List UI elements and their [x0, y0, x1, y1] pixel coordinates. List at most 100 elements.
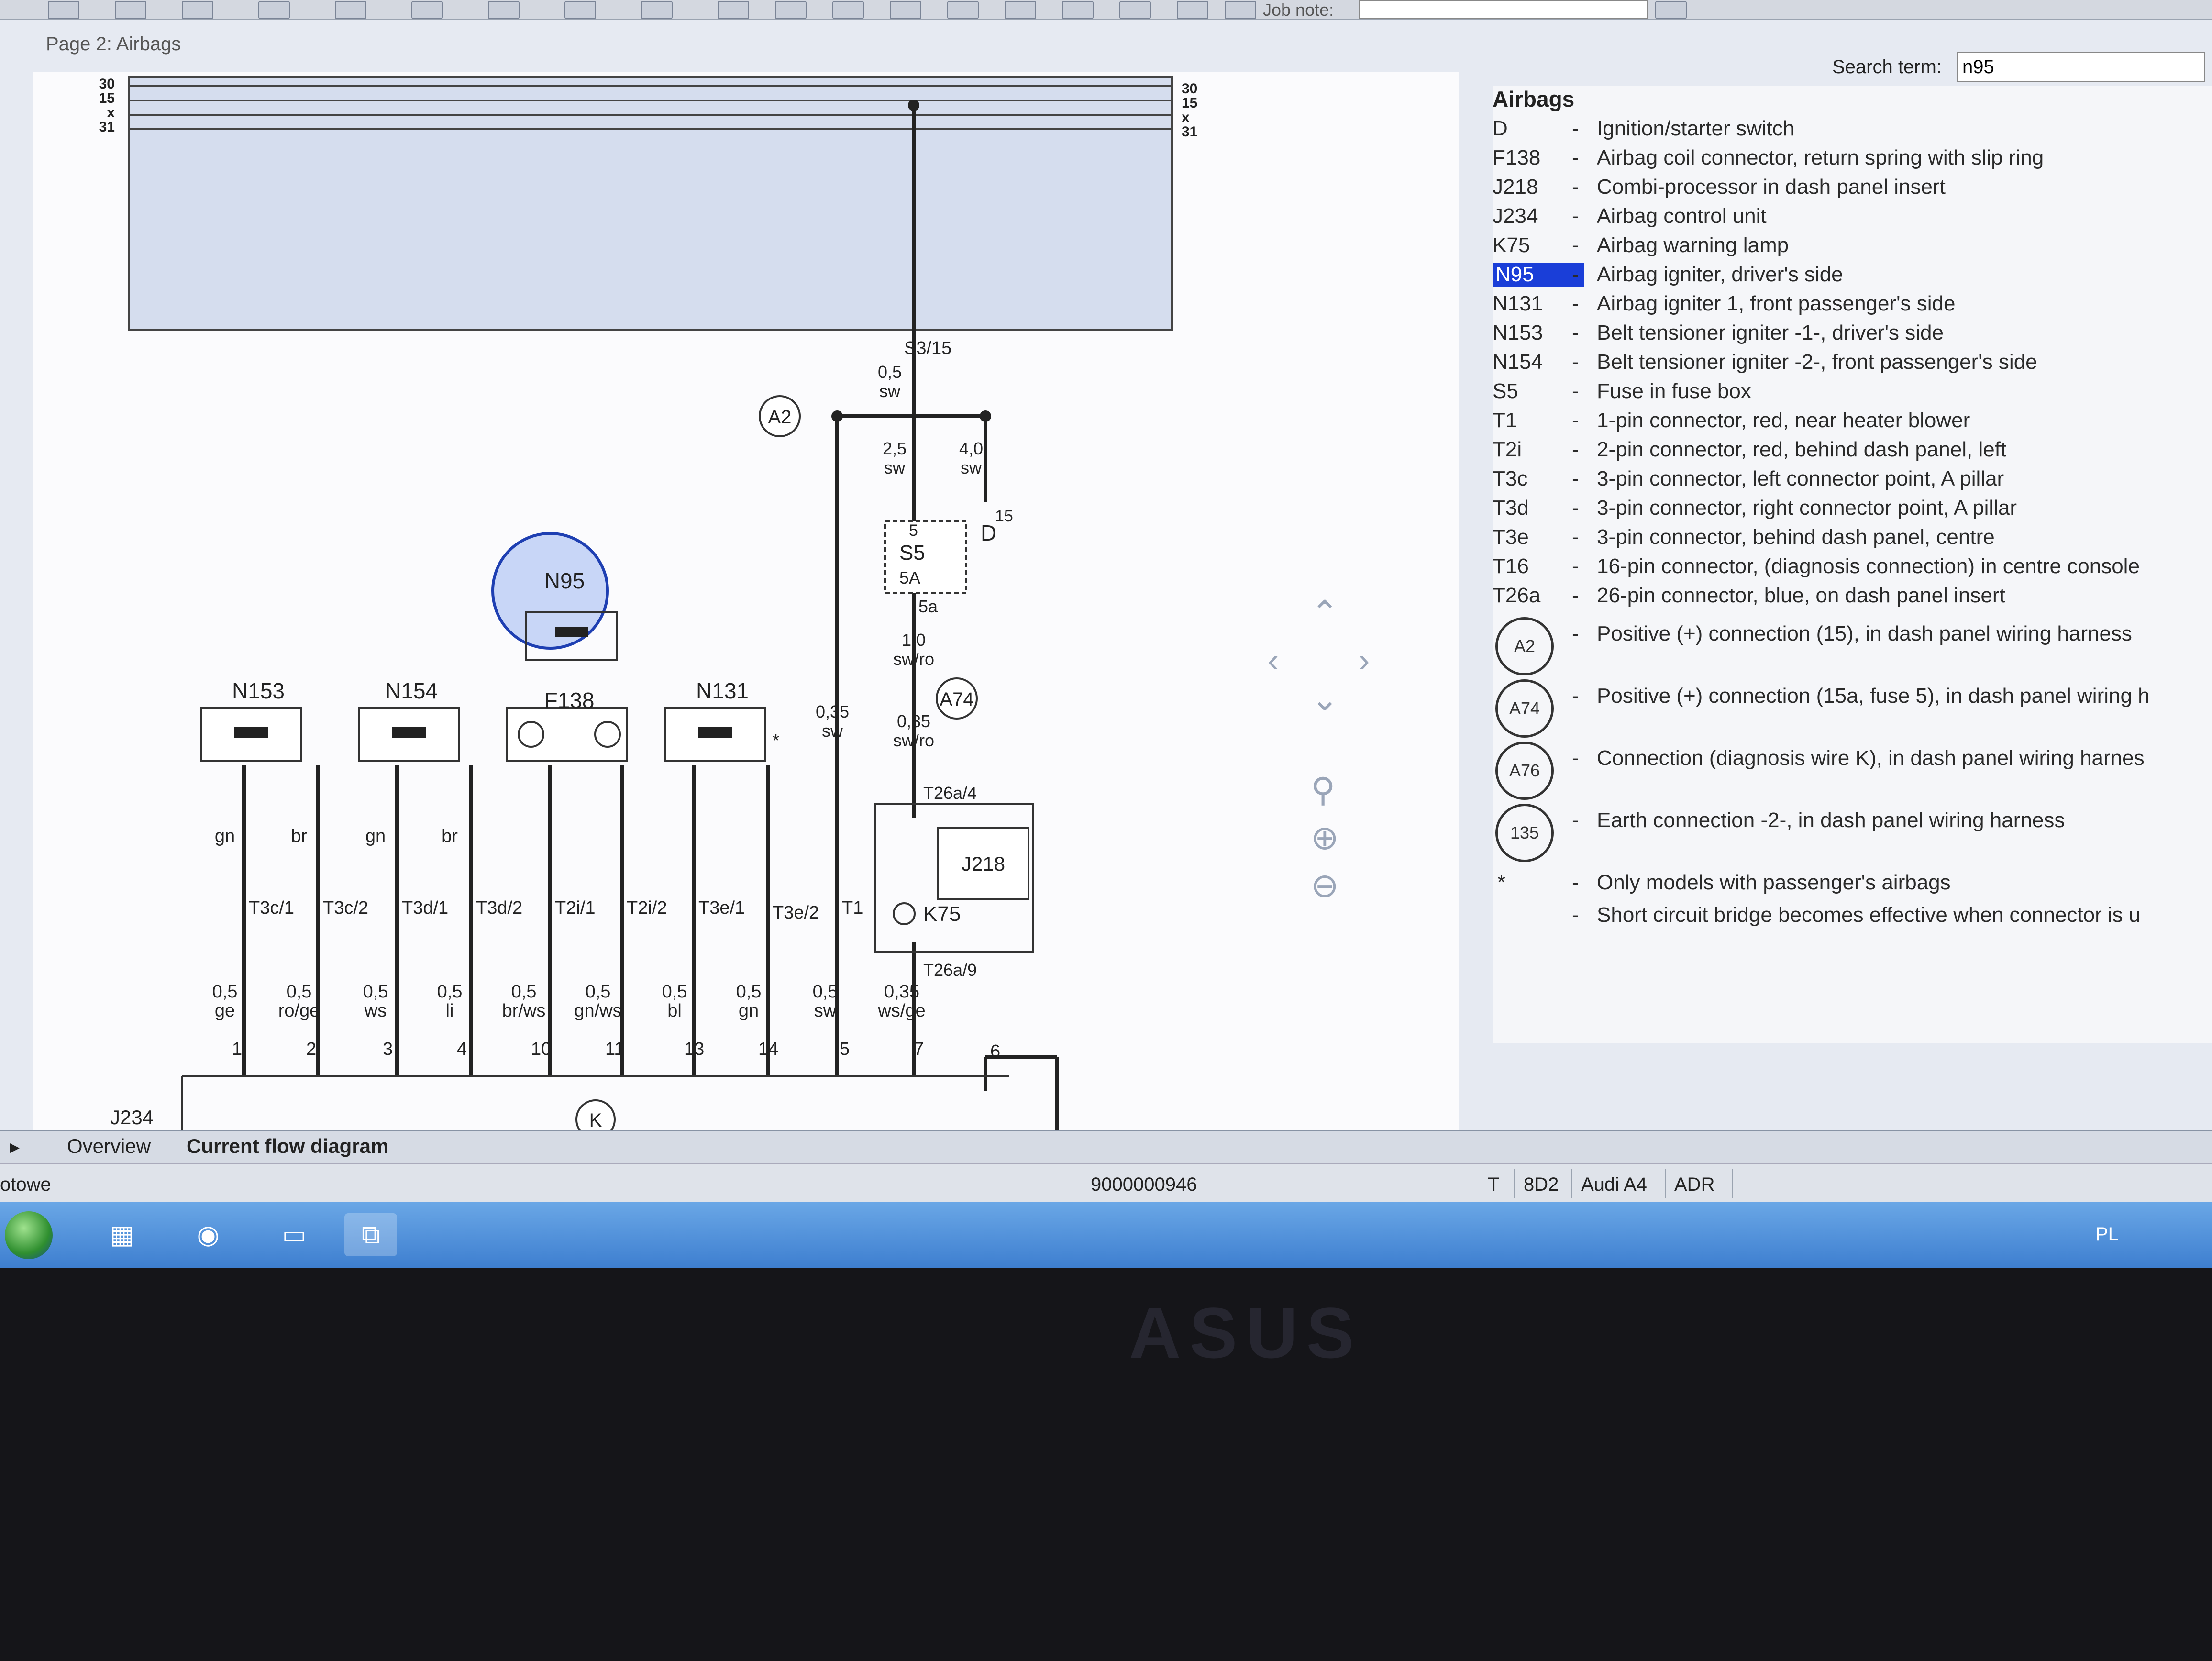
app-task-icon[interactable]: ⧉ — [344, 1213, 397, 1256]
toolbar-button[interactable] — [832, 1, 864, 19]
toolbar-button[interactable] — [564, 1, 596, 19]
toolbar-button[interactable] — [335, 1, 366, 19]
nav-up-icon[interactable]: ⌃ — [1311, 593, 1339, 632]
wire-color: bl — [667, 1001, 682, 1021]
toolbar-button[interactable] — [1177, 1, 1208, 19]
wire-size: 0,5 — [287, 982, 312, 1002]
bus-label-31: 31 — [99, 119, 115, 135]
connector-label: T3c/1 — [249, 898, 294, 918]
connector-t26a9: T26a/9 — [923, 960, 977, 980]
zoom-out-icon[interactable]: ⊖ — [1311, 866, 1339, 905]
n154-label: N154 — [385, 678, 438, 703]
a74-label: A74 — [940, 689, 973, 710]
pin-number: 1 — [232, 1039, 242, 1059]
toolbar-button[interactable] — [48, 1, 79, 19]
wire-size: 0,5 — [586, 982, 611, 1002]
wire-size: 2,5 — [883, 439, 907, 458]
toolbar-button[interactable] — [1225, 1, 1256, 19]
connector-t26a4: T26a/4 — [923, 783, 977, 803]
status-type: T — [1488, 1174, 1500, 1195]
pin-number: 14 — [758, 1039, 778, 1059]
wire-color: sw/ro — [893, 649, 934, 669]
toolbar: Job note: — [0, 0, 2212, 20]
taskbar: ▦ ◉ ▭ ⧉ PL — [0, 1202, 2212, 1268]
toolbar-button[interactable] — [775, 1, 807, 19]
wire-size: 0,35 — [816, 702, 849, 721]
wire-size: 0,5 — [437, 982, 463, 1002]
pin-number: 6 — [990, 1041, 1000, 1062]
wire-size: 4,0 — [959, 439, 983, 458]
fuse-out-pin: 5a — [918, 597, 938, 616]
j234-label: J234 — [110, 1106, 154, 1129]
wire-color: ws — [364, 1001, 387, 1021]
search-input[interactable] — [1957, 52, 2205, 82]
k75-label: K75 — [923, 902, 961, 926]
tab-scroll-icon[interactable]: ▸ — [10, 1135, 20, 1158]
wire-color: gn — [739, 1001, 759, 1021]
wire-size: 0,35 — [884, 982, 919, 1002]
status-bar: otowe 9000000946 T 8D2 Audi A4 ADR — [0, 1163, 2212, 1203]
wire-size: 0,5 — [736, 982, 762, 1002]
tab-current-flow-diagram[interactable]: Current flow diagram — [187, 1135, 388, 1158]
clipboard-icon[interactable] — [1655, 1, 1687, 19]
d-label: D — [981, 520, 996, 545]
explorer-icon[interactable]: ▭ — [268, 1213, 321, 1256]
j218-label: J218 — [962, 853, 1005, 875]
toolbar-button[interactable] — [1005, 1, 1036, 19]
connector-label: T2i/1 — [555, 898, 595, 918]
pin-number: 5 — [840, 1039, 850, 1059]
toolbar-button[interactable] — [488, 1, 520, 19]
toolbar-button[interactable] — [718, 1, 749, 19]
toolbar-button[interactable] — [641, 1, 673, 19]
f138-symbol — [506, 707, 628, 762]
page-title: Page 2: Airbags — [46, 33, 181, 55]
wire-size: 1,0 — [902, 630, 926, 650]
status-engine: ADR — [1674, 1174, 1715, 1195]
toolbar-button[interactable] — [947, 1, 979, 19]
status-model: Audi A4 — [1581, 1174, 1647, 1195]
tray-language[interactable]: PL — [2095, 1224, 2119, 1245]
wire-color: sw — [884, 458, 906, 477]
toolbar-button[interactable] — [182, 1, 213, 19]
toolbar-button[interactable] — [258, 1, 290, 19]
toolbar-button[interactable] — [1062, 1, 1094, 19]
n153-label: N153 — [232, 678, 285, 703]
bezel-logo: ASUS — [1129, 1293, 1363, 1373]
start-orb-icon[interactable] — [5, 1211, 53, 1259]
zoom-in-icon[interactable]: ⊕ — [1311, 818, 1339, 857]
toolbar-button[interactable] — [115, 1, 146, 19]
tab-bar: ▸ Overview Current flow diagram — [0, 1130, 2212, 1164]
chrome-icon[interactable]: ◉ — [182, 1213, 234, 1256]
nav-down-icon[interactable]: ⌄ — [1311, 679, 1339, 719]
d-pin: 15 — [995, 507, 1013, 525]
laptop-screen: Job note: Page 2: Airbags Search term: 3… — [0, 0, 2212, 1268]
fuse-value: 5A — [899, 568, 920, 587]
media-icon[interactable]: ▦ — [96, 1213, 148, 1256]
circuit-diagram[interactable]: 30 15 x 31 30 15 x 31 S3/15 0,5 sw 2,5 s… — [33, 72, 1459, 1139]
bus-label-30-right: 30 — [1182, 81, 1197, 97]
job-note-field[interactable] — [1359, 0, 1648, 19]
toolbar-button[interactable] — [1119, 1, 1151, 19]
bus-label-15: 15 — [99, 90, 115, 106]
toolbar-button[interactable] — [411, 1, 443, 19]
pin-number: 11 — [605, 1039, 624, 1059]
zoom-icon[interactable]: ⚲ — [1311, 770, 1335, 809]
wire-size: 0,5 — [511, 982, 537, 1002]
nav-left-icon[interactable]: ‹ — [1268, 641, 1279, 679]
connector-label: T3e/2 — [773, 903, 819, 923]
pin-number: 7 — [914, 1039, 924, 1059]
connector-label: T3d/1 — [402, 898, 448, 918]
n131-label: N131 — [696, 678, 749, 703]
warning-icon[interactable] — [890, 1, 921, 19]
pin-color: gn — [215, 826, 235, 846]
connector-label: T3c/2 — [323, 898, 368, 918]
wire-color: ws/ge — [877, 1001, 925, 1021]
pin-number: 10 — [531, 1039, 551, 1059]
wire-color: ro/ge — [278, 1001, 320, 1021]
legend-circle: 135 — [1495, 804, 1554, 862]
connector-label: T3d/2 — [476, 898, 522, 918]
nav-right-icon[interactable]: › — [1359, 641, 1370, 679]
tab-overview[interactable]: Overview — [67, 1135, 151, 1158]
bus-label-31-right: 31 — [1182, 124, 1197, 140]
legend-title: Airbags — [1493, 87, 1575, 111]
